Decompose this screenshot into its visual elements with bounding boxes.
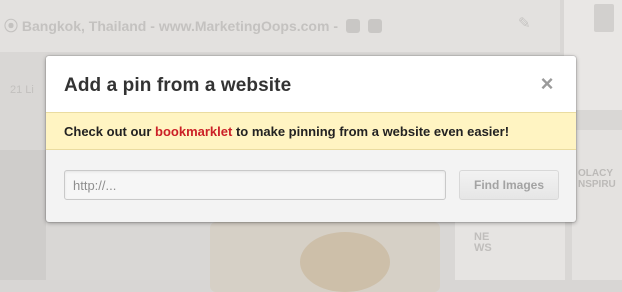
background-header: ⦿ Bangkok, Thailand - www.MarketingOops.… [0,0,560,52]
modal-header: Add a pin from a website × [46,56,576,112]
bookmarklet-notice: Check out our bookmarklet to make pinnin… [46,112,576,150]
background-right-card [572,130,622,280]
notice-suffix: to make pinning from a website even easi… [232,124,510,139]
notice-text: Check out our bookmarklet to make pinnin… [64,124,509,139]
location-pin-icon: ⦿ [4,18,18,34]
background-right-button [594,4,614,32]
pencil-icon: ✎ [518,15,531,32]
background-left-tile [0,150,46,280]
bookmarklet-link[interactable]: bookmarklet [155,124,232,139]
website-text: www.MarketingOops.com [158,18,330,34]
background-count: 21 Li [10,84,34,96]
background-news-card [455,222,565,280]
url-input[interactable] [64,170,446,200]
find-images-button[interactable]: Find Images [459,170,559,200]
close-icon[interactable]: × [538,73,556,95]
background-bowl-image [300,232,390,292]
background-right-text: OLACY NSPIRU [578,168,616,190]
modal-body: Find Images [46,150,576,222]
location-text: Bangkok, Thailand [21,18,147,34]
facebook-icon [367,19,382,33]
modal-title: Add a pin from a website [64,75,292,96]
notice-prefix: Check out our [64,124,156,139]
add-pin-modal: Add a pin from a website × Check out our… [46,56,576,222]
background-location: ⦿ Bangkok, Thailand - www.MarketingOops.… [4,16,382,36]
twitter-icon [345,19,360,33]
background-news-text: NE WS [474,231,492,254]
